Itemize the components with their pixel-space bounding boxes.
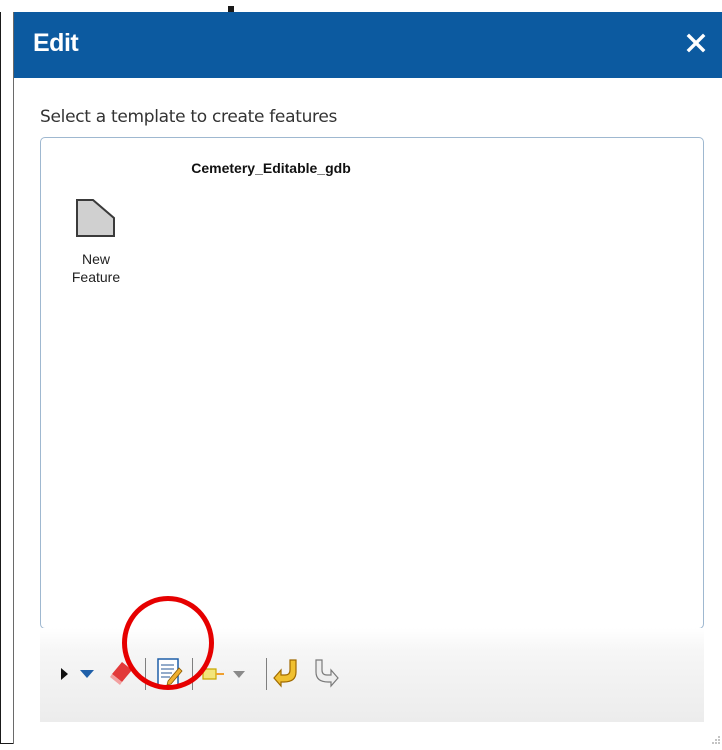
cut-dropdown-icon[interactable]: [228, 628, 252, 720]
resize-grip-icon[interactable]: [711, 732, 721, 744]
template-label: New Feature: [71, 251, 121, 285]
edit-titlebar: Edit: [14, 12, 722, 78]
template-prompt: Select a template to create features: [40, 107, 338, 127]
select-arrow-icon[interactable]: [56, 628, 74, 720]
template-picker: Cemetery_Editable_gdb New Feature: [40, 137, 704, 629]
highlight-annotation-circle: [122, 596, 214, 690]
panel-title: Edit: [33, 29, 79, 57]
layer-name: Cemetery_Editable_gdb: [191, 160, 351, 176]
redo-icon[interactable]: [308, 628, 340, 720]
toolbar-separator: [266, 658, 267, 690]
polygon-template-icon: [75, 198, 117, 238]
close-icon[interactable]: [685, 32, 707, 54]
select-dropdown-icon[interactable]: [76, 628, 100, 720]
undo-icon[interactable]: [272, 628, 304, 720]
edit-panel: Edit Select a template to create feature…: [13, 12, 722, 744]
template-new-feature[interactable]: New Feature: [51, 198, 151, 298]
window-top-edge: [0, 0, 722, 12]
